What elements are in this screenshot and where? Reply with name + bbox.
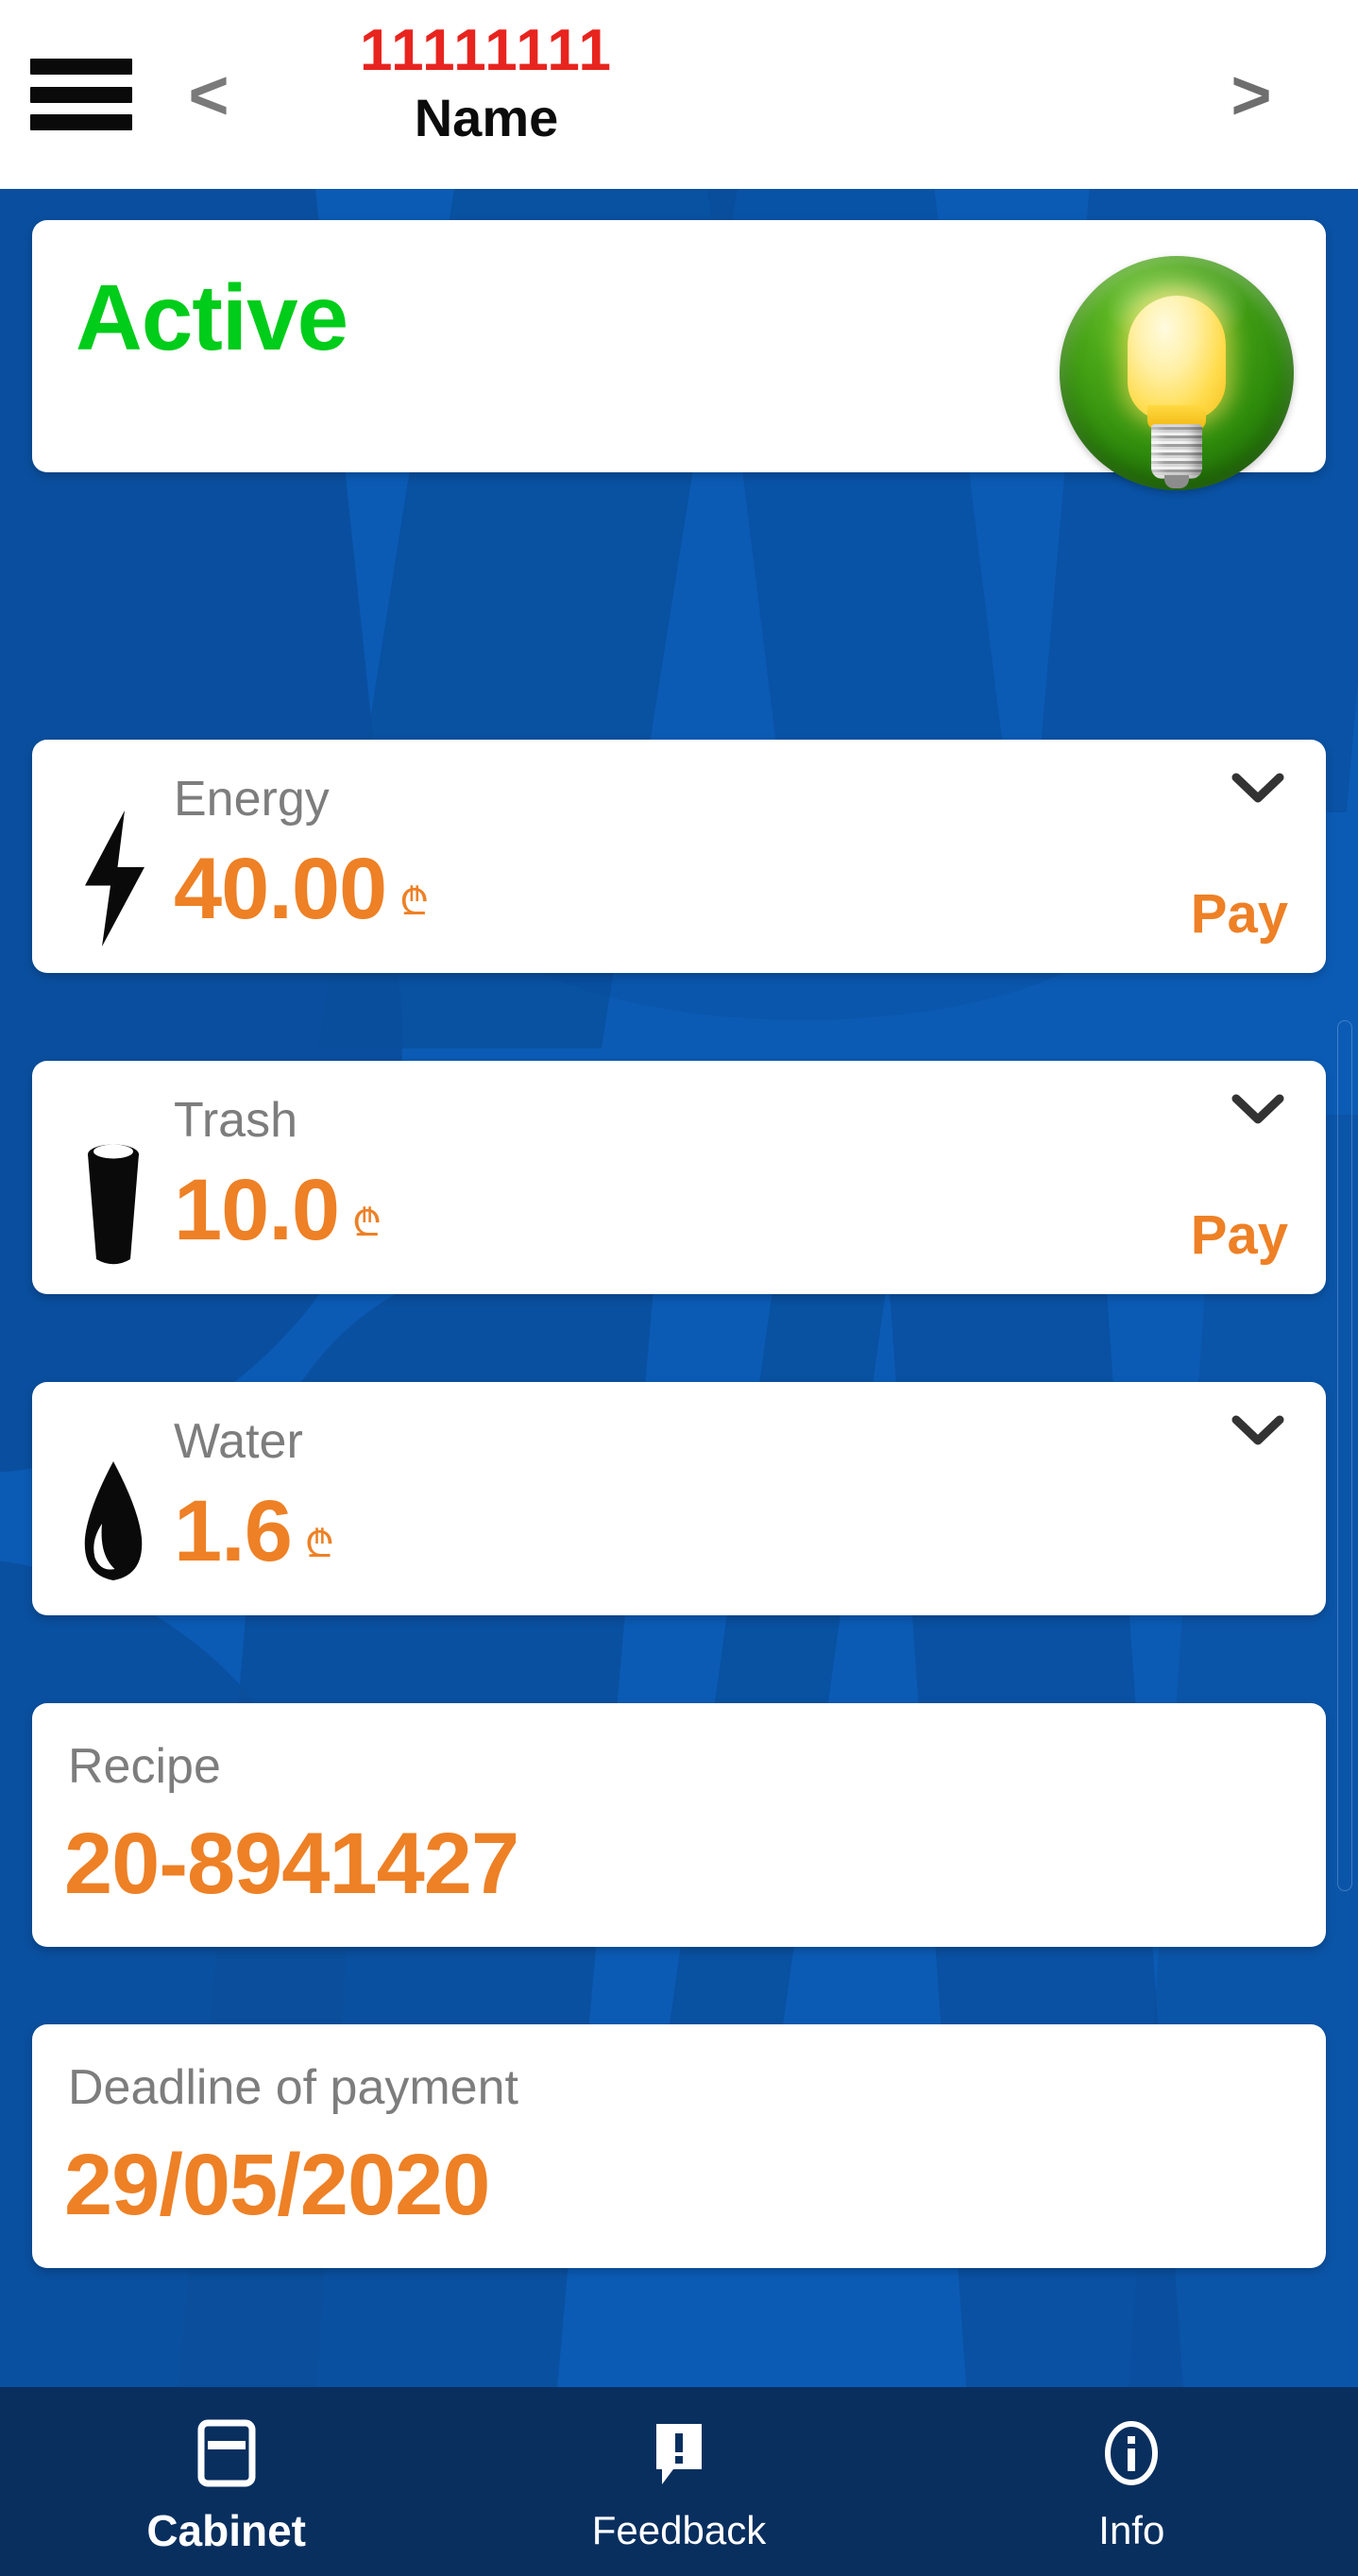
deadline-card: Deadline of payment 29/05/2020 [32,2024,1326,2268]
vertical-scrollbar[interactable] [1337,1020,1352,1891]
nav-label: Feedback [591,2508,767,2552]
pay-button[interactable]: Pay [1191,1205,1288,1266]
hamburger-bar [30,86,132,103]
currency-symbol: ₾ [352,1202,382,1245]
deadline-label: Deadline of payment [68,2060,518,2115]
utility-card-energy[interactable]: Energy 40.00 ₾ Pay [32,740,1326,973]
deadline-value: 29/05/2020 [64,2137,490,2233]
utility-amount: 40.00 [174,841,387,937]
app-screen: < 11111111 Name > Active Energy 40.00 ₾ … [0,0,1358,2576]
nav-label: Cabinet [146,2506,306,2555]
utility-amount: 1.6 [174,1483,293,1579]
recipe-card: Recipe 20-8941427 [32,1703,1326,1947]
utility-label: Water [174,1414,303,1469]
hamburger-menu-icon[interactable] [30,59,132,130]
utility-label: Trash [174,1093,297,1148]
pay-button[interactable]: Pay [1191,884,1288,945]
lightbulb-icon [1060,256,1294,490]
utility-amount-group: 10.0 ₾ [174,1163,382,1257]
bulb-glass [1128,296,1226,420]
water-droplet-icon [68,1450,159,1592]
account-name: Name [414,88,559,147]
utility-label: Energy [174,772,330,827]
currency-symbol: ₾ [304,1523,334,1566]
account-title-group: 11111111 Name [283,17,689,149]
account-number: 11111111 [360,18,613,83]
chevron-down-icon[interactable] [1231,1414,1284,1448]
nav-item-feedback[interactable]: Feedback [452,2387,905,2576]
app-header: < 11111111 Name > [0,0,1358,189]
utility-card-water[interactable]: Water 1.6 ₾ [32,1382,1326,1615]
card-icon [196,2416,257,2490]
next-account-chevron-icon[interactable]: > [1211,53,1292,138]
chevron-down-icon[interactable] [1231,772,1284,806]
utility-card-trash[interactable]: Trash 10.0 ₾ Pay [32,1061,1326,1294]
utility-amount-group: 40.00 ₾ [174,842,429,936]
main-content: Active Energy 40.00 ₾ Pay Trash 10.0 ₾ P… [0,189,1358,2387]
nav-item-cabinet[interactable]: Cabinet [0,2387,452,2576]
hamburger-bar [30,59,132,75]
hamburger-bar [30,114,132,130]
trash-bin-icon [68,1129,159,1271]
status-badge: Active [76,265,348,369]
chevron-down-icon[interactable] [1231,1093,1284,1127]
nav-label: Info [1098,2508,1165,2552]
utility-amount-group: 1.6 ₾ [174,1484,334,1578]
previous-account-chevron-icon[interactable]: < [168,53,249,138]
recipe-value: 20-8941427 [64,1816,519,1912]
utility-amount: 10.0 [174,1162,340,1258]
bottom-navigation-bar: Cabinet Feedback Info [0,2387,1358,2576]
recipe-label: Recipe [68,1739,221,1794]
bulb-base [1151,424,1202,479]
speech-bubble-alert-icon [649,2416,709,2490]
info-circle-icon [1101,2416,1162,2490]
bulb-tip [1164,475,1189,488]
nav-item-info[interactable]: Info [906,2387,1358,2576]
account-status-card: Active [32,220,1326,490]
lightning-bolt-icon [68,808,159,949]
currency-symbol: ₾ [399,880,430,924]
